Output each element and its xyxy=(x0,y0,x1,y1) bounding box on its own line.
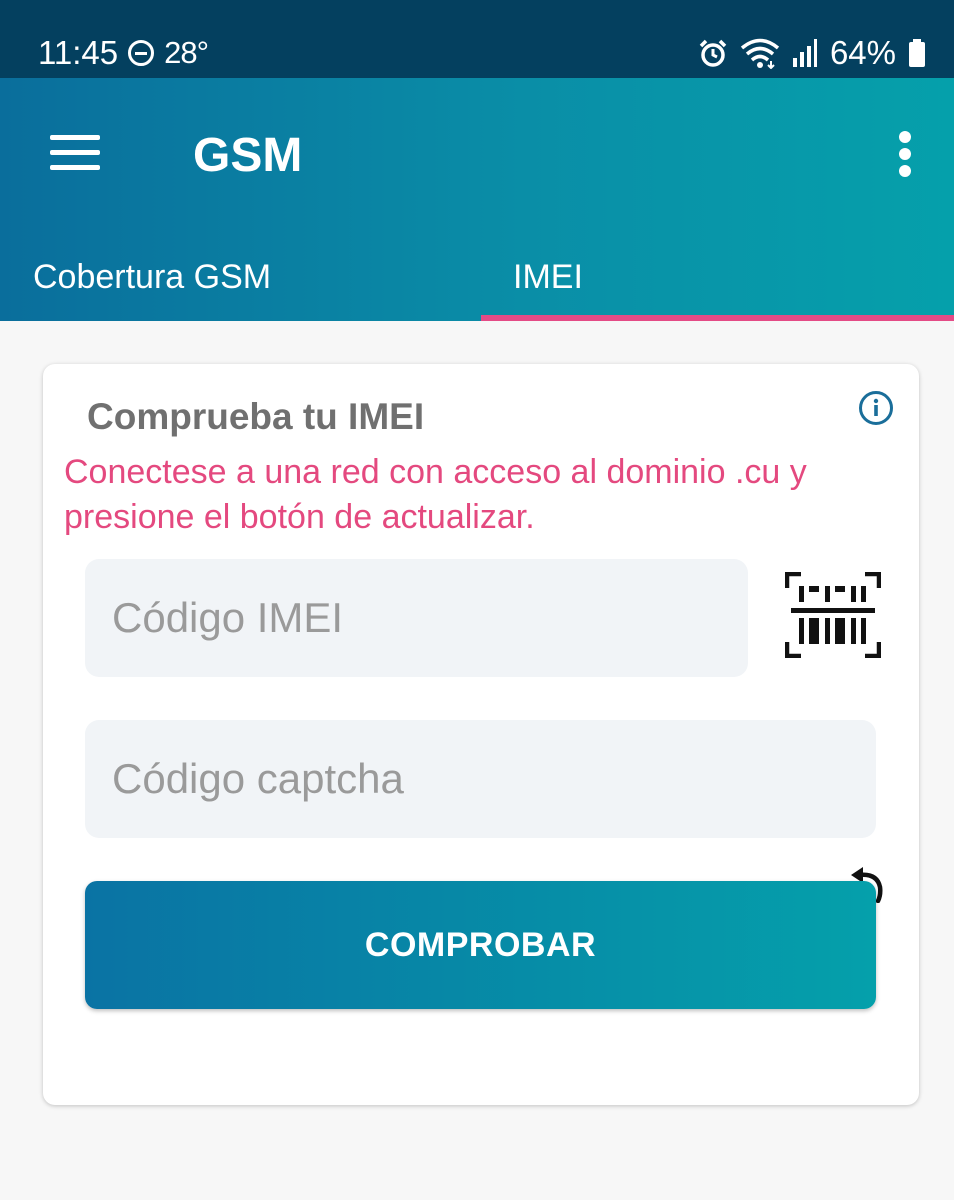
battery-percent: 64% xyxy=(829,34,896,71)
do-not-disturb-icon xyxy=(128,40,155,66)
tab-label: Cobertura GSM xyxy=(33,258,272,296)
battery-icon xyxy=(909,39,925,67)
signal-icon xyxy=(792,39,817,67)
alarm-icon xyxy=(699,39,727,67)
status-temperature: 28° xyxy=(164,35,209,70)
info-icon[interactable] xyxy=(858,390,894,426)
selected-tab-indicator xyxy=(481,315,954,321)
barcode-scan-icon[interactable] xyxy=(785,572,881,658)
tab-cobertura-gsm[interactable]: Cobertura GSM xyxy=(0,238,481,321)
tab-imei[interactable]: IMEI xyxy=(481,238,954,321)
status-time: 11:45 xyxy=(38,34,119,71)
comprobar-button[interactable]: COMPROBAR xyxy=(85,881,876,1009)
hamburger-menu-icon[interactable] xyxy=(50,135,100,171)
status-left: 11:45 28° xyxy=(38,34,209,72)
status-bar: 11:45 28° 64% xyxy=(0,0,954,78)
app-title: GSM xyxy=(193,129,303,182)
captcha-input[interactable] xyxy=(85,720,876,838)
tab-label: IMEI xyxy=(513,258,583,296)
card-title: Comprueba tu IMEI xyxy=(87,396,425,437)
more-options-icon[interactable] xyxy=(898,131,912,177)
status-right: 64% xyxy=(698,34,926,72)
imei-check-card: Comprueba tu IMEI Conectese a una red co… xyxy=(43,364,919,1105)
imei-input[interactable] xyxy=(85,559,748,677)
wifi-icon xyxy=(740,38,780,69)
connection-warning: Conectese a una red con acceso al domini… xyxy=(64,453,807,536)
app-bar: GSM Cobertura GSM IMEI xyxy=(0,78,954,321)
